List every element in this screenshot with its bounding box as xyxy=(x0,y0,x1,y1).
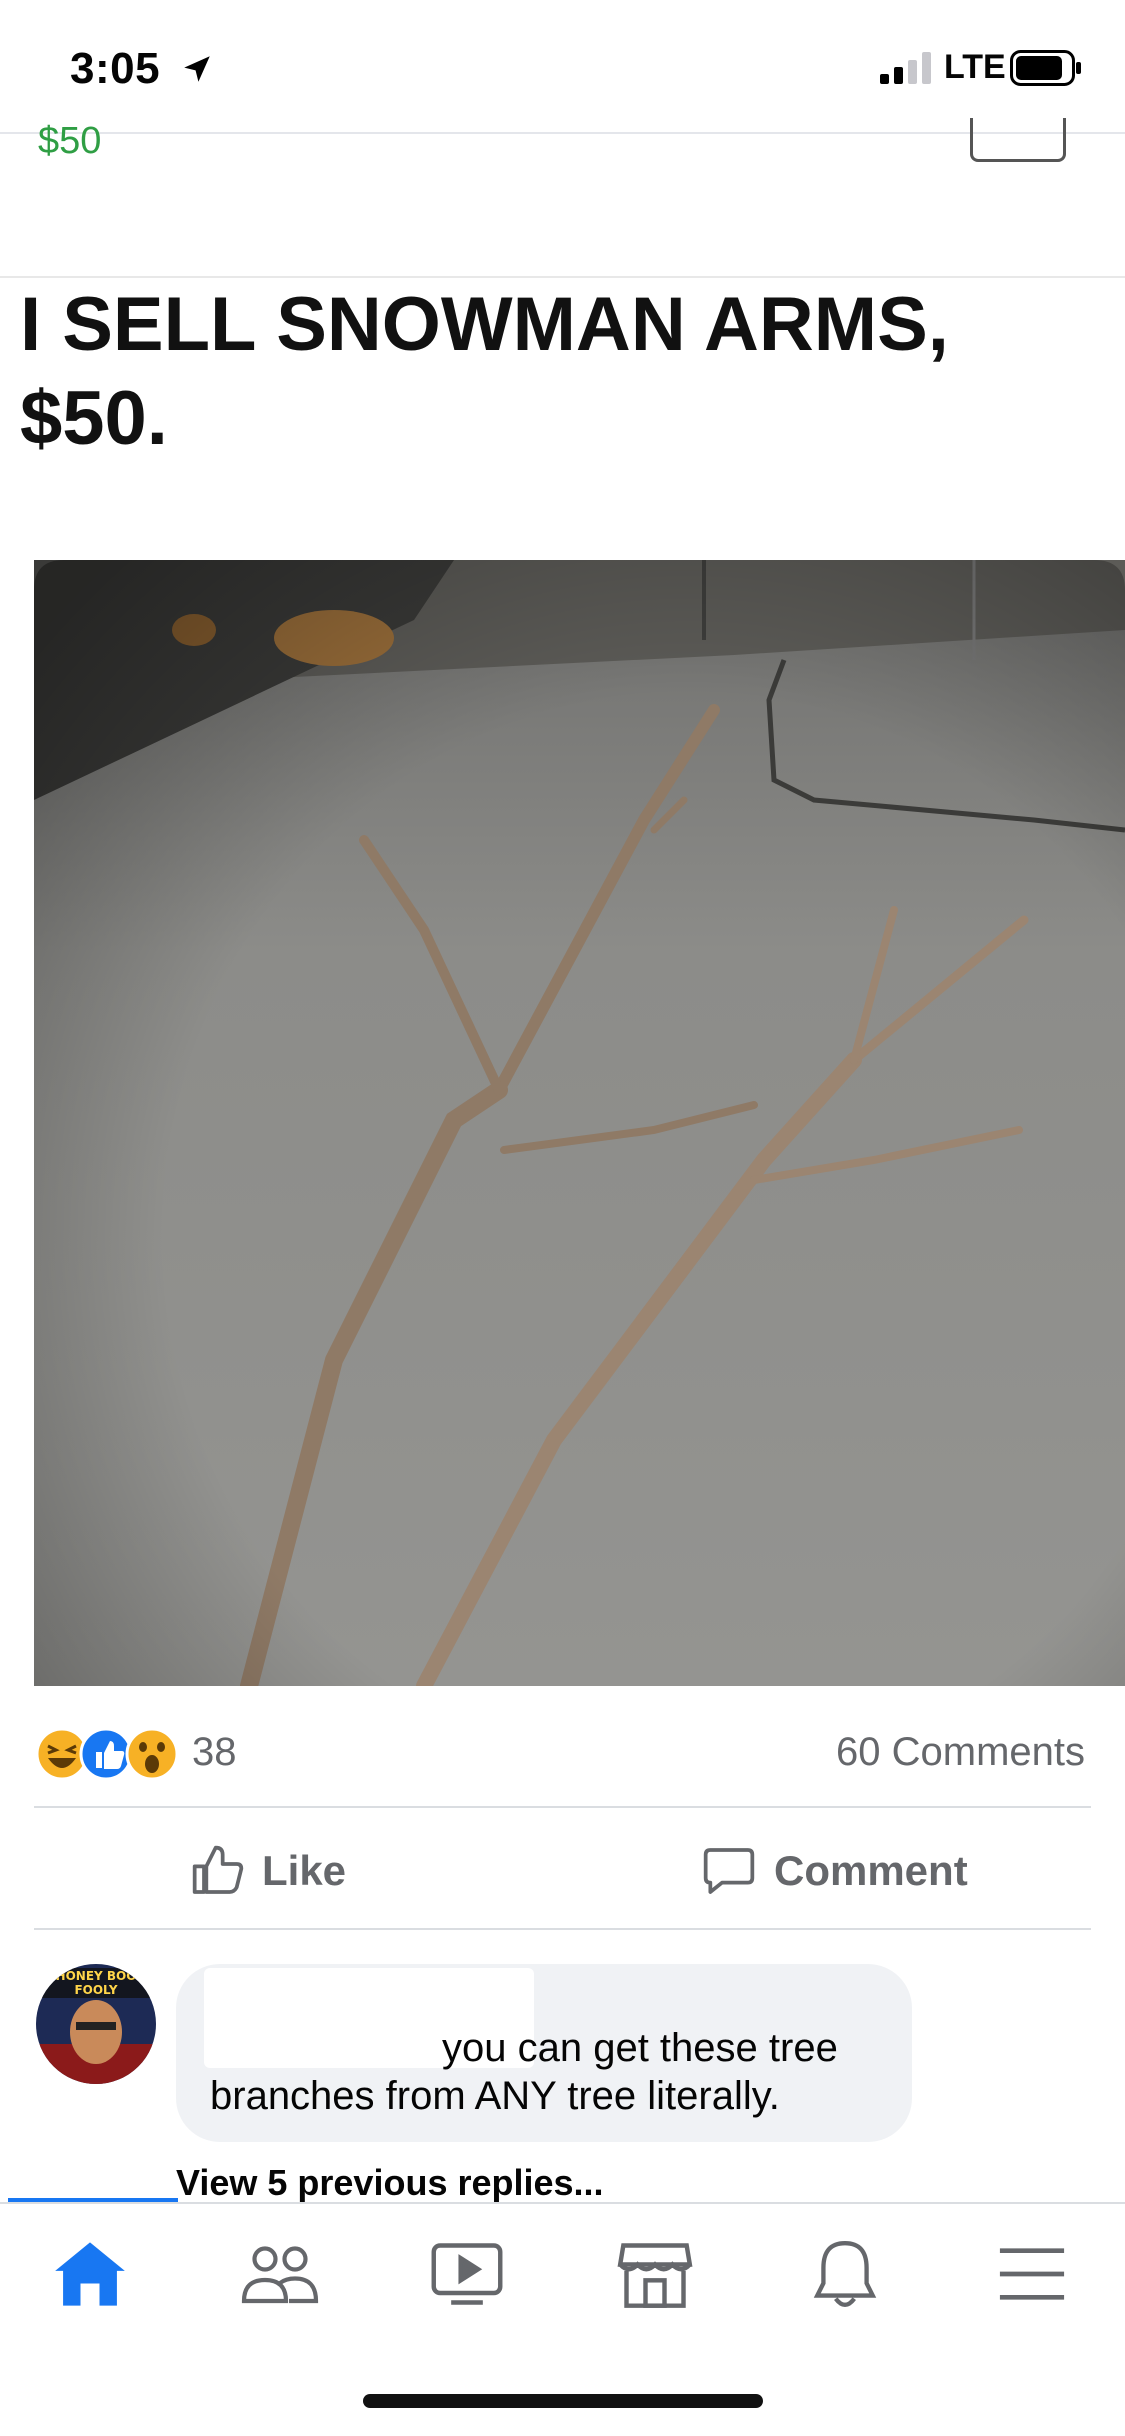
reactions-summary[interactable]: 38 60 Comments xyxy=(0,1686,1125,1806)
comment-button[interactable]: Comment xyxy=(700,1826,1000,1916)
message-button[interactable] xyxy=(970,118,1066,162)
sticks-photo xyxy=(34,560,1125,1686)
comment-text-line-1: you can get these tree xyxy=(442,2026,838,2070)
comment-bubble[interactable]: you can get these tree branches from ANY… xyxy=(176,1964,912,2142)
location-arrow-icon xyxy=(184,56,210,82)
marketplace-icon xyxy=(617,2243,693,2308)
caption-line-1: I SELL SNOWMAN ARMS, xyxy=(20,282,949,367)
speech-bubble-icon xyxy=(703,1848,755,1894)
avatar[interactable]: HONEY BOO FOOLY xyxy=(36,1964,156,2084)
view-previous-replies-link[interactable]: View 5 previous replies... xyxy=(176,2162,604,2204)
like-label: Like xyxy=(262,1847,347,1894)
nav-marketplace[interactable] xyxy=(605,2224,705,2324)
nav-friends[interactable] xyxy=(230,2224,330,2324)
avatar-image: HONEY BOO FOOLY xyxy=(36,1964,156,2084)
signal-icon xyxy=(880,52,931,84)
status-time: 3:05 xyxy=(70,44,161,93)
caption-line-2: $50. xyxy=(20,376,168,461)
status-bar: 3:05 LTE xyxy=(0,0,1125,130)
network-label: LTE xyxy=(944,48,1006,86)
comment-label: Comment xyxy=(774,1847,968,1894)
notifications-icon xyxy=(813,2241,877,2307)
nav-home[interactable] xyxy=(40,2224,140,2324)
meme-caption: I SELL SNOWMAN ARMS, $50. xyxy=(20,278,1100,466)
like-button[interactable]: Like xyxy=(190,1826,430,1916)
header-divider xyxy=(0,132,1125,134)
comment-count[interactable]: 60 Comments xyxy=(836,1730,1085,1775)
reaction-count: 38 xyxy=(192,1730,237,1774)
like-reaction-icon xyxy=(79,1727,133,1781)
nav-watch[interactable] xyxy=(417,2224,517,2324)
home-icon xyxy=(55,2242,125,2306)
divider xyxy=(34,1928,1091,1930)
svg-text:FOOLY: FOOLY xyxy=(74,1983,117,1997)
comment-text-line-2: branches from ANY tree literally. xyxy=(210,2074,780,2118)
menu-icon xyxy=(999,2248,1065,2300)
avatar-text: HONEY BOO xyxy=(56,1969,137,1983)
watch-icon xyxy=(431,2243,503,2305)
nav-notifications[interactable] xyxy=(795,2224,895,2324)
divider xyxy=(34,1806,1091,1808)
post-image[interactable]: I SELL SNOWMAN ARMS, $50. xyxy=(0,278,1125,1686)
nav-menu[interactable] xyxy=(982,2224,1082,2324)
reaction-icons xyxy=(35,1727,179,1781)
listing-price: $50 xyxy=(38,120,102,162)
thumbs-up-icon xyxy=(192,1845,244,1894)
battery-icon xyxy=(1010,50,1081,86)
wow-icon xyxy=(125,1727,179,1781)
home-indicator xyxy=(363,2394,763,2408)
friends-icon xyxy=(241,2246,319,2304)
